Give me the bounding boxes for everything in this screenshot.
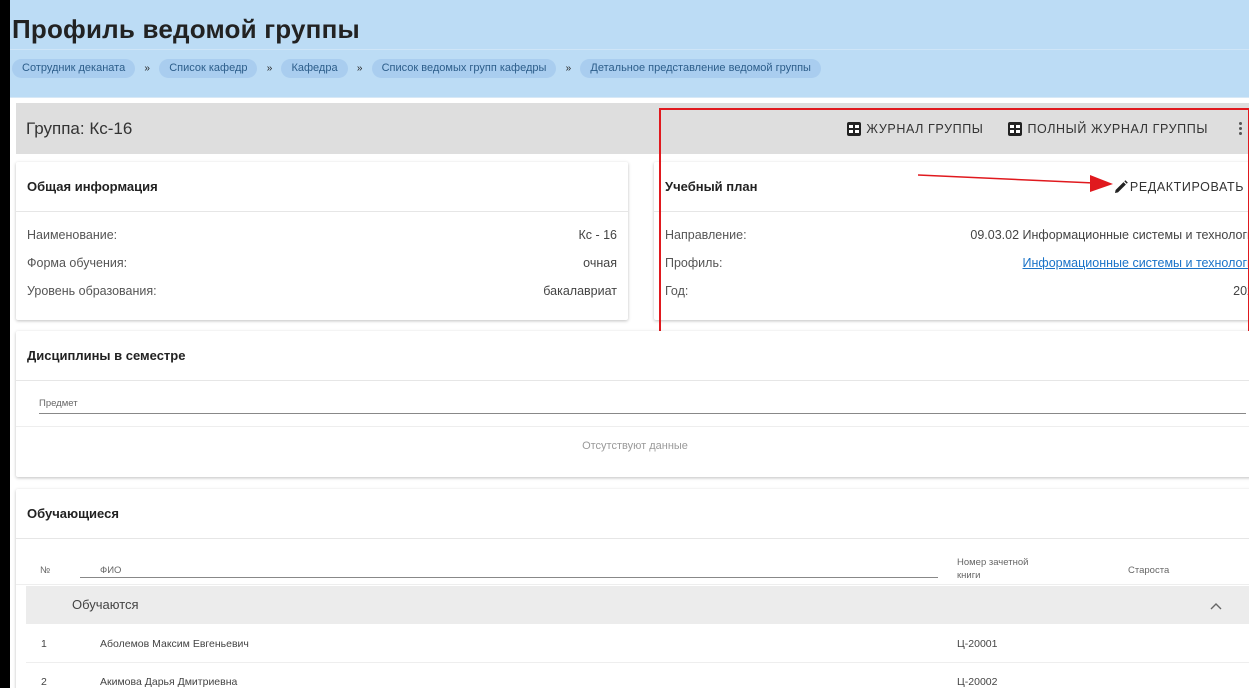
students-title: Обучающиеся [16,489,1249,539]
info-label: Наименование: [27,228,118,242]
info-label: Уровень образования: [27,284,157,298]
info-row-level: Уровень образования: бакалавриат [16,277,628,305]
group-journal-label: ЖУРНАЛ ГРУППЫ [866,121,984,136]
pencil-icon [1114,180,1128,193]
breadcrumb-item-departments[interactable]: Список кафедр [159,59,258,78]
group-status-label: Обучаются [72,597,139,612]
student-record: Ц-20001 [957,638,998,650]
column-number[interactable]: № [40,565,50,576]
column-headman[interactable]: Староста [1128,565,1169,576]
students-table-header: № ФИО Номер зачетной книги Староста [16,539,1249,585]
student-name: Аболемов Максим Евгеньевич [100,638,249,650]
page: Профиль ведомой группы Сотрудник деканат… [10,0,1249,688]
journal-icon [1008,121,1023,136]
study-plan-card: Учебный план РЕДАКТИРОВАТЬ Направление: … [654,162,1249,320]
group-journal-button[interactable]: ЖУРНАЛ ГРУППЫ [847,121,984,136]
profile-link[interactable]: Информационные системы и технологи [1023,256,1249,270]
student-group-row[interactable]: Обучаются [26,586,1249,624]
general-info-title: Общая информация [16,162,628,212]
breadcrumb-separator-icon: » [356,63,363,74]
group-actions: ЖУРНАЛ ГРУППЫ ПОЛНЫЙ ЖУРНАЛ ГРУППЫ [847,103,1249,154]
study-plan-title: Учебный план РЕДАКТИРОВАТЬ [654,162,1249,212]
breadcrumb-item-department[interactable]: Кафедра [281,59,348,78]
plan-value: 202 [1233,284,1249,298]
column-subject[interactable]: Предмет [39,398,78,409]
plan-row-profile: Профиль: Информационные системы и технол… [654,249,1249,277]
full-group-journal-button[interactable]: ПОЛНЫЙ ЖУРНАЛ ГРУППЫ [1008,121,1208,136]
group-toolbar: Группа: Кс-16 ЖУРНАЛ ГРУППЫ ПОЛНЫЙ ЖУРНА… [16,103,1249,154]
edit-study-plan-button[interactable]: РЕДАКТИРОВАТЬ [1114,180,1244,194]
info-value: бакалавриат [543,284,617,298]
plan-label: Направление: [665,228,747,242]
journal-icon [847,121,862,136]
info-value: Кс - 16 [578,228,617,242]
disciplines-title: Дисциплины в семестре [16,331,1249,381]
disciplines-header: Предмет [16,381,1249,415]
page-title: Профиль ведомой группы [12,14,360,44]
general-info-card: Общая информация Наименование: Кс - 16 Ф… [16,162,628,320]
info-value: очная [583,256,617,270]
student-number: 1 [41,638,47,650]
table-row[interactable]: 2 Акимова Дарья Дмитриевна Ц-20002 [26,663,1249,688]
plan-label: Год: [665,284,689,298]
plan-row-direction: Направление: 09.03.02 Информационные сис… [654,221,1249,249]
breadcrumb-item-dean-staff[interactable]: Сотрудник деканата [12,59,136,78]
kebab-icon[interactable] [1233,121,1247,136]
chevron-up-icon[interactable] [1210,602,1222,610]
students-card: Обучающиеся № ФИО Номер зачетной книги С… [16,489,1249,688]
breadcrumb: Сотрудник деканата » Список кафедр » Каф… [12,59,821,78]
column-underline [80,577,938,578]
breadcrumb-item-group-detail[interactable]: Детальное представление ведомой группы [580,59,821,78]
table-row[interactable]: 1 Аболемов Максим Евгеньевич Ц-20001 [26,625,1249,663]
info-row-form: Форма обучения: очная [16,249,628,277]
empty-state: Отсутствуют данные [582,440,688,452]
plan-value: 09.03.02 Информационные системы и технол… [970,228,1249,242]
student-number: 2 [41,676,47,688]
disciplines-card: Дисциплины в семестре Предмет Отсутствую… [16,331,1249,477]
column-fullname[interactable]: ФИО [100,565,121,576]
breadcrumb-separator-icon: » [565,63,572,74]
student-name: Акимова Дарья Дмитриевна [100,676,238,688]
window-edge [0,0,10,688]
group-label: Группа: Кс-16 [26,119,133,138]
info-label: Форма обучения: [27,256,128,270]
column-record-book[interactable]: Номер зачетной книги [957,556,1037,582]
edit-label: РЕДАКТИРОВАТЬ [1129,180,1244,194]
full-group-journal-label: ПОЛНЫЙ ЖУРНАЛ ГРУППЫ [1027,121,1208,136]
info-row-name: Наименование: Кс - 16 [16,221,628,249]
plan-row-year: Год: 202 [654,277,1249,305]
page-header: Профиль ведомой группы Сотрудник деканат… [10,0,1249,98]
breadcrumb-separator-icon: » [144,63,150,74]
header-divider [10,49,1249,50]
breadcrumb-separator-icon: » [266,63,273,74]
app-window: Профиль ведомой группы Сотрудник деканат… [0,0,1249,688]
study-plan-heading: Учебный план [665,179,758,194]
breadcrumb-item-groups-list[interactable]: Список ведомых групп кафедры [371,59,557,78]
student-record: Ц-20002 [957,676,998,688]
plan-label: Профиль: [665,256,723,270]
column-underline [39,413,1246,414]
